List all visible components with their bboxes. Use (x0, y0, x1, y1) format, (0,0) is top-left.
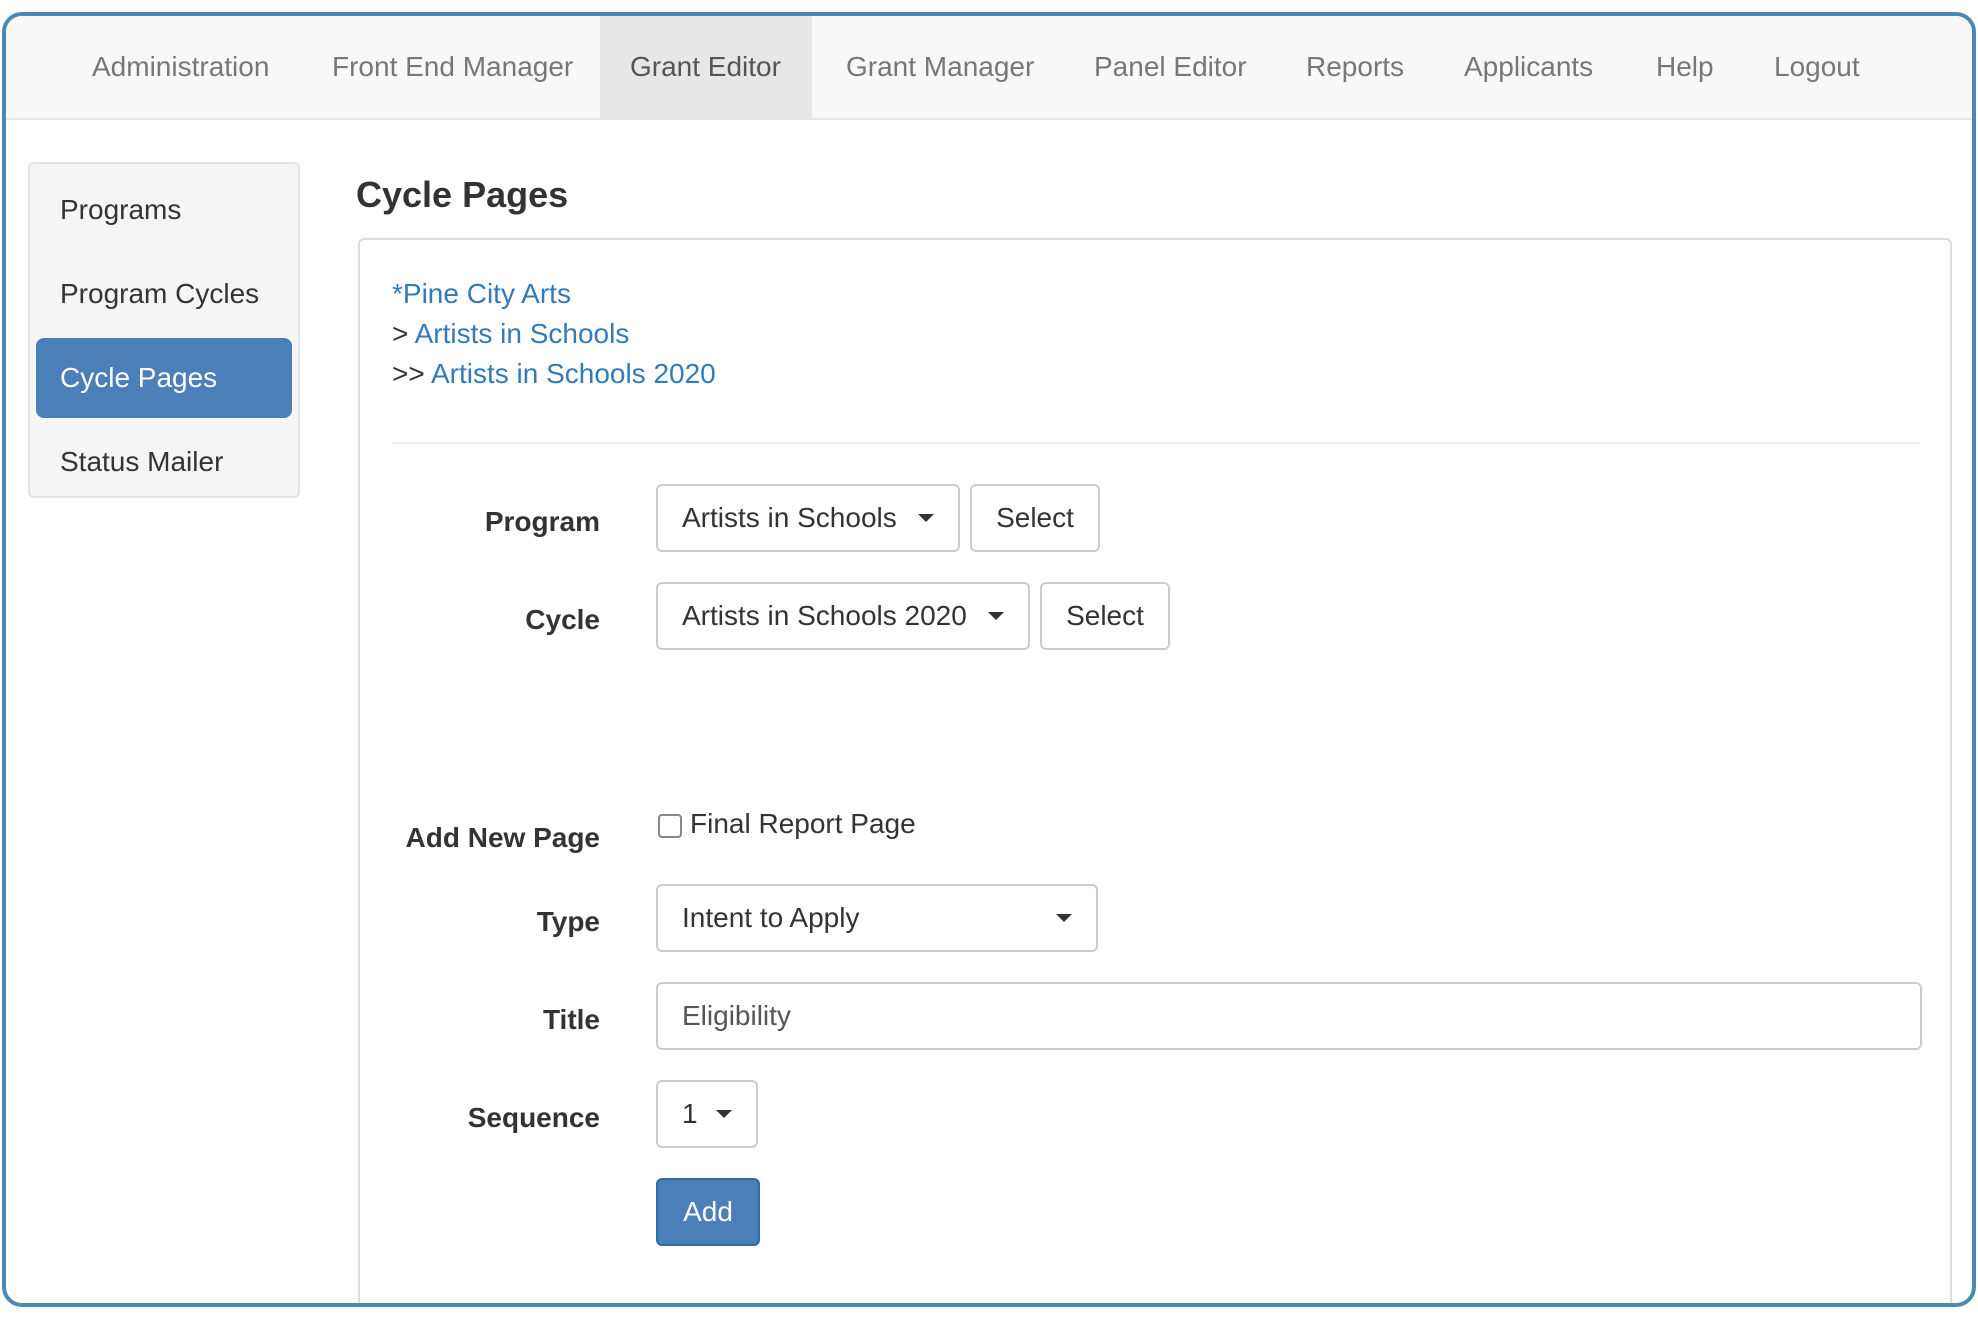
chevron-down-icon (988, 612, 1004, 620)
sidebar-item-programs[interactable]: Programs (36, 170, 292, 250)
type-dropdown[interactable]: Intent to Apply (656, 884, 1098, 952)
chevron-down-icon (716, 1110, 732, 1118)
breadcrumb-program-prefix: > (392, 318, 409, 349)
nav-help[interactable]: Help (1626, 16, 1744, 118)
program-select-button[interactable]: Select (970, 484, 1100, 552)
nav-grant-manager[interactable]: Grant Manager (816, 16, 1064, 118)
nav-applicants[interactable]: Applicants (1434, 16, 1623, 118)
final-report-checkbox[interactable] (658, 814, 682, 838)
nav-front-end-manager[interactable]: Front End Manager (302, 16, 603, 118)
breadcrumb-cycle-prefix: >> (392, 358, 425, 389)
type-label: Type (536, 906, 600, 937)
sidebar: Programs Program Cycles Cycle Pages Stat… (28, 162, 300, 498)
app-window: Administration Front End Manager Grant E… (2, 12, 1976, 1307)
type-dropdown-value: Intent to Apply (682, 902, 860, 933)
main-panel: *Pine City Arts > Artists in Schools >> … (358, 238, 1952, 1303)
title-input[interactable]: Eligibility (656, 982, 1922, 1050)
cycle-dropdown[interactable]: Artists in Schools 2020 (656, 582, 1030, 650)
breadcrumb-org-link[interactable]: *Pine City Arts (392, 278, 571, 309)
nav-grant-editor[interactable]: Grant Editor (600, 16, 812, 118)
cycle-select-button[interactable]: Select (1040, 582, 1170, 650)
program-dropdown-value: Artists in Schools (682, 502, 897, 533)
sidebar-item-program-cycles[interactable]: Program Cycles (36, 254, 292, 334)
program-label: Program (484, 506, 600, 537)
page-title: Cycle Pages (356, 174, 569, 215)
chevron-down-icon (918, 514, 934, 522)
nav-administration[interactable]: Administration (62, 16, 299, 118)
program-dropdown[interactable]: Artists in Schools (656, 484, 960, 552)
breadcrumb: *Pine City Arts > Artists in Schools >> … (392, 274, 716, 394)
nav-panel-editor[interactable]: Panel Editor (1064, 16, 1277, 118)
breadcrumb-cycle-link[interactable]: Artists in Schools 2020 (431, 358, 716, 389)
sidebar-item-status-mailer[interactable]: Status Mailer (36, 422, 292, 502)
add-button[interactable]: Add (656, 1178, 760, 1246)
add-new-page-label: Add New Page (405, 822, 600, 853)
cycle-label: Cycle (525, 604, 600, 635)
top-navbar: Administration Front End Manager Grant E… (6, 16, 1972, 120)
nav-reports[interactable]: Reports (1276, 16, 1434, 118)
title-label: Title (542, 1004, 600, 1035)
sequence-dropdown[interactable]: 1 (656, 1080, 758, 1148)
sequence-dropdown-value: 1 (682, 1098, 698, 1129)
cycle-dropdown-value: Artists in Schools 2020 (682, 600, 967, 631)
sequence-label: Sequence (467, 1102, 600, 1133)
divider (392, 442, 1920, 444)
final-report-label: Final Report Page (690, 808, 916, 839)
chevron-down-icon (1056, 914, 1072, 922)
sidebar-item-cycle-pages[interactable]: Cycle Pages (36, 338, 292, 418)
nav-logout[interactable]: Logout (1744, 16, 1890, 118)
breadcrumb-program-link[interactable]: Artists in Schools (415, 318, 630, 349)
